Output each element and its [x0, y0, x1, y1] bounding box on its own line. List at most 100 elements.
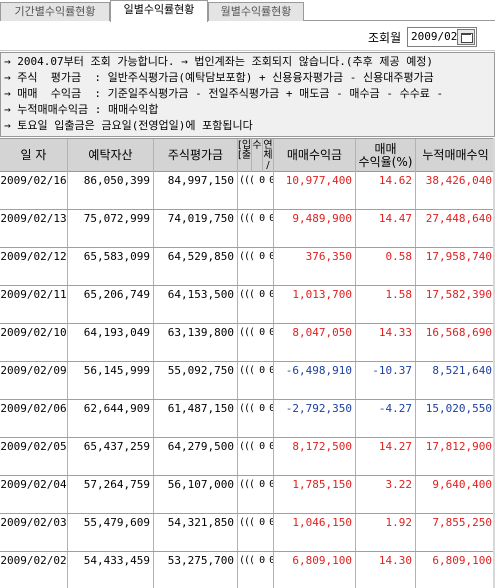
header-cum-profit[interactable]: 누적매매수익	[416, 139, 495, 172]
cell-date: 2009/02/13	[0, 210, 68, 247]
cell-date: 2009/02/05	[0, 438, 68, 475]
table-row[interactable]: 2009/02/09 56,145,999 55,092,750((( 0 0 -6,…	[0, 362, 495, 400]
cell-date: 2009/02/12	[0, 248, 68, 285]
cell-cum-profit: 17,582,390	[425, 288, 492, 301]
table-row[interactable]: 2009/02/10 64,193,049 63,139,800((( 0 0 8,0…	[0, 324, 495, 362]
tab-monthly-returns[interactable]: 월별수익률현황	[208, 2, 304, 21]
header-narrow-2[interactable]: 수	[252, 139, 263, 172]
cell-trade-rate: 14.62	[356, 172, 416, 209]
cell-inout-flags: ((( 0 0	[238, 248, 274, 285]
notice-panel: → 2004.07부터 조회 가능합니다. → 법인계좌는 조회되지 않습니다.…	[0, 52, 495, 137]
table-row[interactable]: 2009/02/12 65,583,099 64,529,850((( 0 0 376…	[0, 248, 495, 286]
cell-inout-flags: ((( 0 0	[238, 324, 274, 361]
notice-line: → 토요일 입출금은 금요일(전영업일)에 포함됩니다	[4, 119, 253, 132]
cell-deposit: 65,583,099	[68, 248, 154, 285]
cell-trade-profit: 9,489,900	[274, 210, 356, 247]
notice-line: → 누적매매수익금 : 매매수익합	[4, 103, 159, 116]
cell-trade-profit: 1,013,700	[274, 286, 356, 323]
cell-trade-rate: 3.22	[356, 476, 416, 513]
cell-trade-profit: -6,498,910	[274, 362, 356, 399]
notice-line: → 2004.07부터 조회 가능합니다. → 법인계좌는 조회되지 않습니다.…	[4, 55, 434, 68]
cell-stock-eval: 84,997,150	[154, 172, 238, 209]
cell-date: 2009/02/09	[0, 362, 68, 399]
cell-trade-profit: 8,172,500	[274, 438, 356, 475]
filter-bar: 조회월 2009/02	[0, 23, 495, 51]
cell-deposit: 56,145,999	[68, 362, 154, 399]
header-stock-eval[interactable]: 주식평가금	[154, 139, 238, 172]
cell-trade-profit: 376,350	[274, 248, 356, 285]
cell-date: 2009/02/16	[0, 172, 68, 209]
cell-stock-eval: 74,019,750	[154, 210, 238, 247]
tab-period-returns[interactable]: 기간별수익률현황	[0, 2, 110, 21]
cell-deposit: 65,206,749	[68, 286, 154, 323]
cell-trade-rate: 14.27	[356, 438, 416, 475]
cell-date: 2009/02/06	[0, 400, 68, 437]
table-row[interactable]: 2009/02/11 65,206,749 64,153,500((( 0 0 1,0…	[0, 286, 495, 324]
cell-trade-rate: 14.30	[356, 552, 416, 588]
table-row[interactable]: 2009/02/02 54,433,459 53,275,700((( 0 0 6,8…	[0, 552, 495, 588]
cell-stock-eval: 64,529,850	[154, 248, 238, 285]
cell-date: 2009/02/03	[0, 514, 68, 551]
cell-trade-rate: -10.37	[356, 362, 416, 399]
cell-date: 2009/02/02	[0, 552, 68, 588]
table-row[interactable]: 2009/02/06 62,644,909 61,487,150((( 0 0 -2,…	[0, 400, 495, 438]
tab-daily-returns[interactable]: 일별수익률현황	[110, 0, 208, 22]
cell-deposit: 55,479,609	[68, 514, 154, 551]
cell-trade-profit: 10,977,400	[274, 172, 356, 209]
table-row[interactable]: 2009/02/16 86,050,399 84,997,150((( 0 0 10,…	[0, 172, 495, 210]
cell-deposit: 57,264,759	[68, 476, 154, 513]
calendar-icon[interactable]	[457, 29, 475, 45]
cell-stock-eval: 55,092,750	[154, 362, 238, 399]
cell-inout-flags: ((( 0 0	[238, 400, 274, 437]
header-deposit[interactable]: 예탁자산	[68, 139, 154, 172]
cell-stock-eval: 64,279,500	[154, 438, 238, 475]
cell-deposit: 64,193,049	[68, 324, 154, 361]
cell-cum-profit: 8,521,640	[432, 364, 492, 377]
table-row[interactable]: 2009/02/04 57,264,759 56,107,000((( 0 0 1,7…	[0, 476, 495, 514]
cell-trade-profit: -2,792,350	[274, 400, 356, 437]
cell-stock-eval: 61,487,150	[154, 400, 238, 437]
cell-cum-profit: 27,448,640	[425, 212, 492, 225]
cell-trade-profit: 6,809,100	[274, 552, 356, 588]
header-narrow-3[interactable]: 연 체 /	[263, 139, 274, 172]
header-inout[interactable]: [입 [출	[238, 139, 252, 172]
cell-cum-profit: 7,855,250	[432, 516, 492, 529]
table-row[interactable]: 2009/02/13 75,072,999 74,019,750((( 0 0 9,4…	[0, 210, 495, 248]
cell-inout-flags: ((( 0 0	[238, 172, 274, 209]
cell-deposit: 54,433,459	[68, 552, 154, 588]
cell-inout-flags: ((( 0 0	[238, 552, 274, 588]
cell-cum-profit: 17,958,740	[425, 250, 492, 263]
cell-trade-rate: -4.27	[356, 400, 416, 437]
cell-deposit: 62,644,909	[68, 400, 154, 437]
query-month-label: 조회월	[368, 31, 402, 45]
cell-trade-rate: 14.33	[356, 324, 416, 361]
notice-line: → 매매 수익금 : 기준일주식평가금 - 전일주식평가금 + 매도금 - 매수…	[4, 87, 444, 100]
cell-trade-profit: 1,785,150	[274, 476, 356, 513]
cell-trade-rate: 14.47	[356, 210, 416, 247]
header-date[interactable]: 일 자	[0, 139, 68, 172]
cell-trade-rate: 1.58	[356, 286, 416, 323]
table-row[interactable]: 2009/02/05 65,437,259 64,279,500((( 0 0 8,1…	[0, 438, 495, 476]
cell-cum-profit: 9,640,400	[432, 478, 492, 491]
cell-cum-profit: 38,426,040	[425, 174, 492, 187]
cell-cum-profit: 17,812,900	[425, 440, 492, 453]
cell-trade-profit: 1,046,150	[274, 514, 356, 551]
cell-inout-flags: ((( 0 0	[238, 476, 274, 513]
daily-returns-table: 일 자 예탁자산 주식평가금 [입 [출 수 연 체 / 매매수익금 매매 수익…	[0, 138, 495, 588]
cell-trade-rate: 1.92	[356, 514, 416, 551]
table-row[interactable]: 2009/02/03 55,479,609 54,321,850((( 0 0 1,0…	[0, 514, 495, 552]
cell-inout-flags: ((( 0 0	[238, 438, 274, 475]
cell-inout-flags: ((( 0 0	[238, 210, 274, 247]
cell-stock-eval: 63,139,800	[154, 324, 238, 361]
cell-date: 2009/02/10	[0, 324, 68, 361]
header-trade-profit[interactable]: 매매수익금	[274, 139, 356, 172]
table-header: 일 자 예탁자산 주식평가금 [입 [출 수 연 체 / 매매수익금 매매 수익…	[0, 138, 495, 172]
tab-bar: 기간별수익률현황 일별수익률현황 월별수익률현황	[0, 0, 495, 22]
cell-inout-flags: ((( 0 0	[238, 362, 274, 399]
cell-inout-flags: ((( 0 0	[238, 514, 274, 551]
header-trade-rate[interactable]: 매매 수익율(%)	[356, 139, 416, 172]
cell-cum-profit: 16,568,690	[425, 326, 492, 339]
cell-cum-profit: 15,020,550	[425, 402, 492, 415]
cell-deposit: 86,050,399	[68, 172, 154, 209]
cell-date: 2009/02/11	[0, 286, 68, 323]
